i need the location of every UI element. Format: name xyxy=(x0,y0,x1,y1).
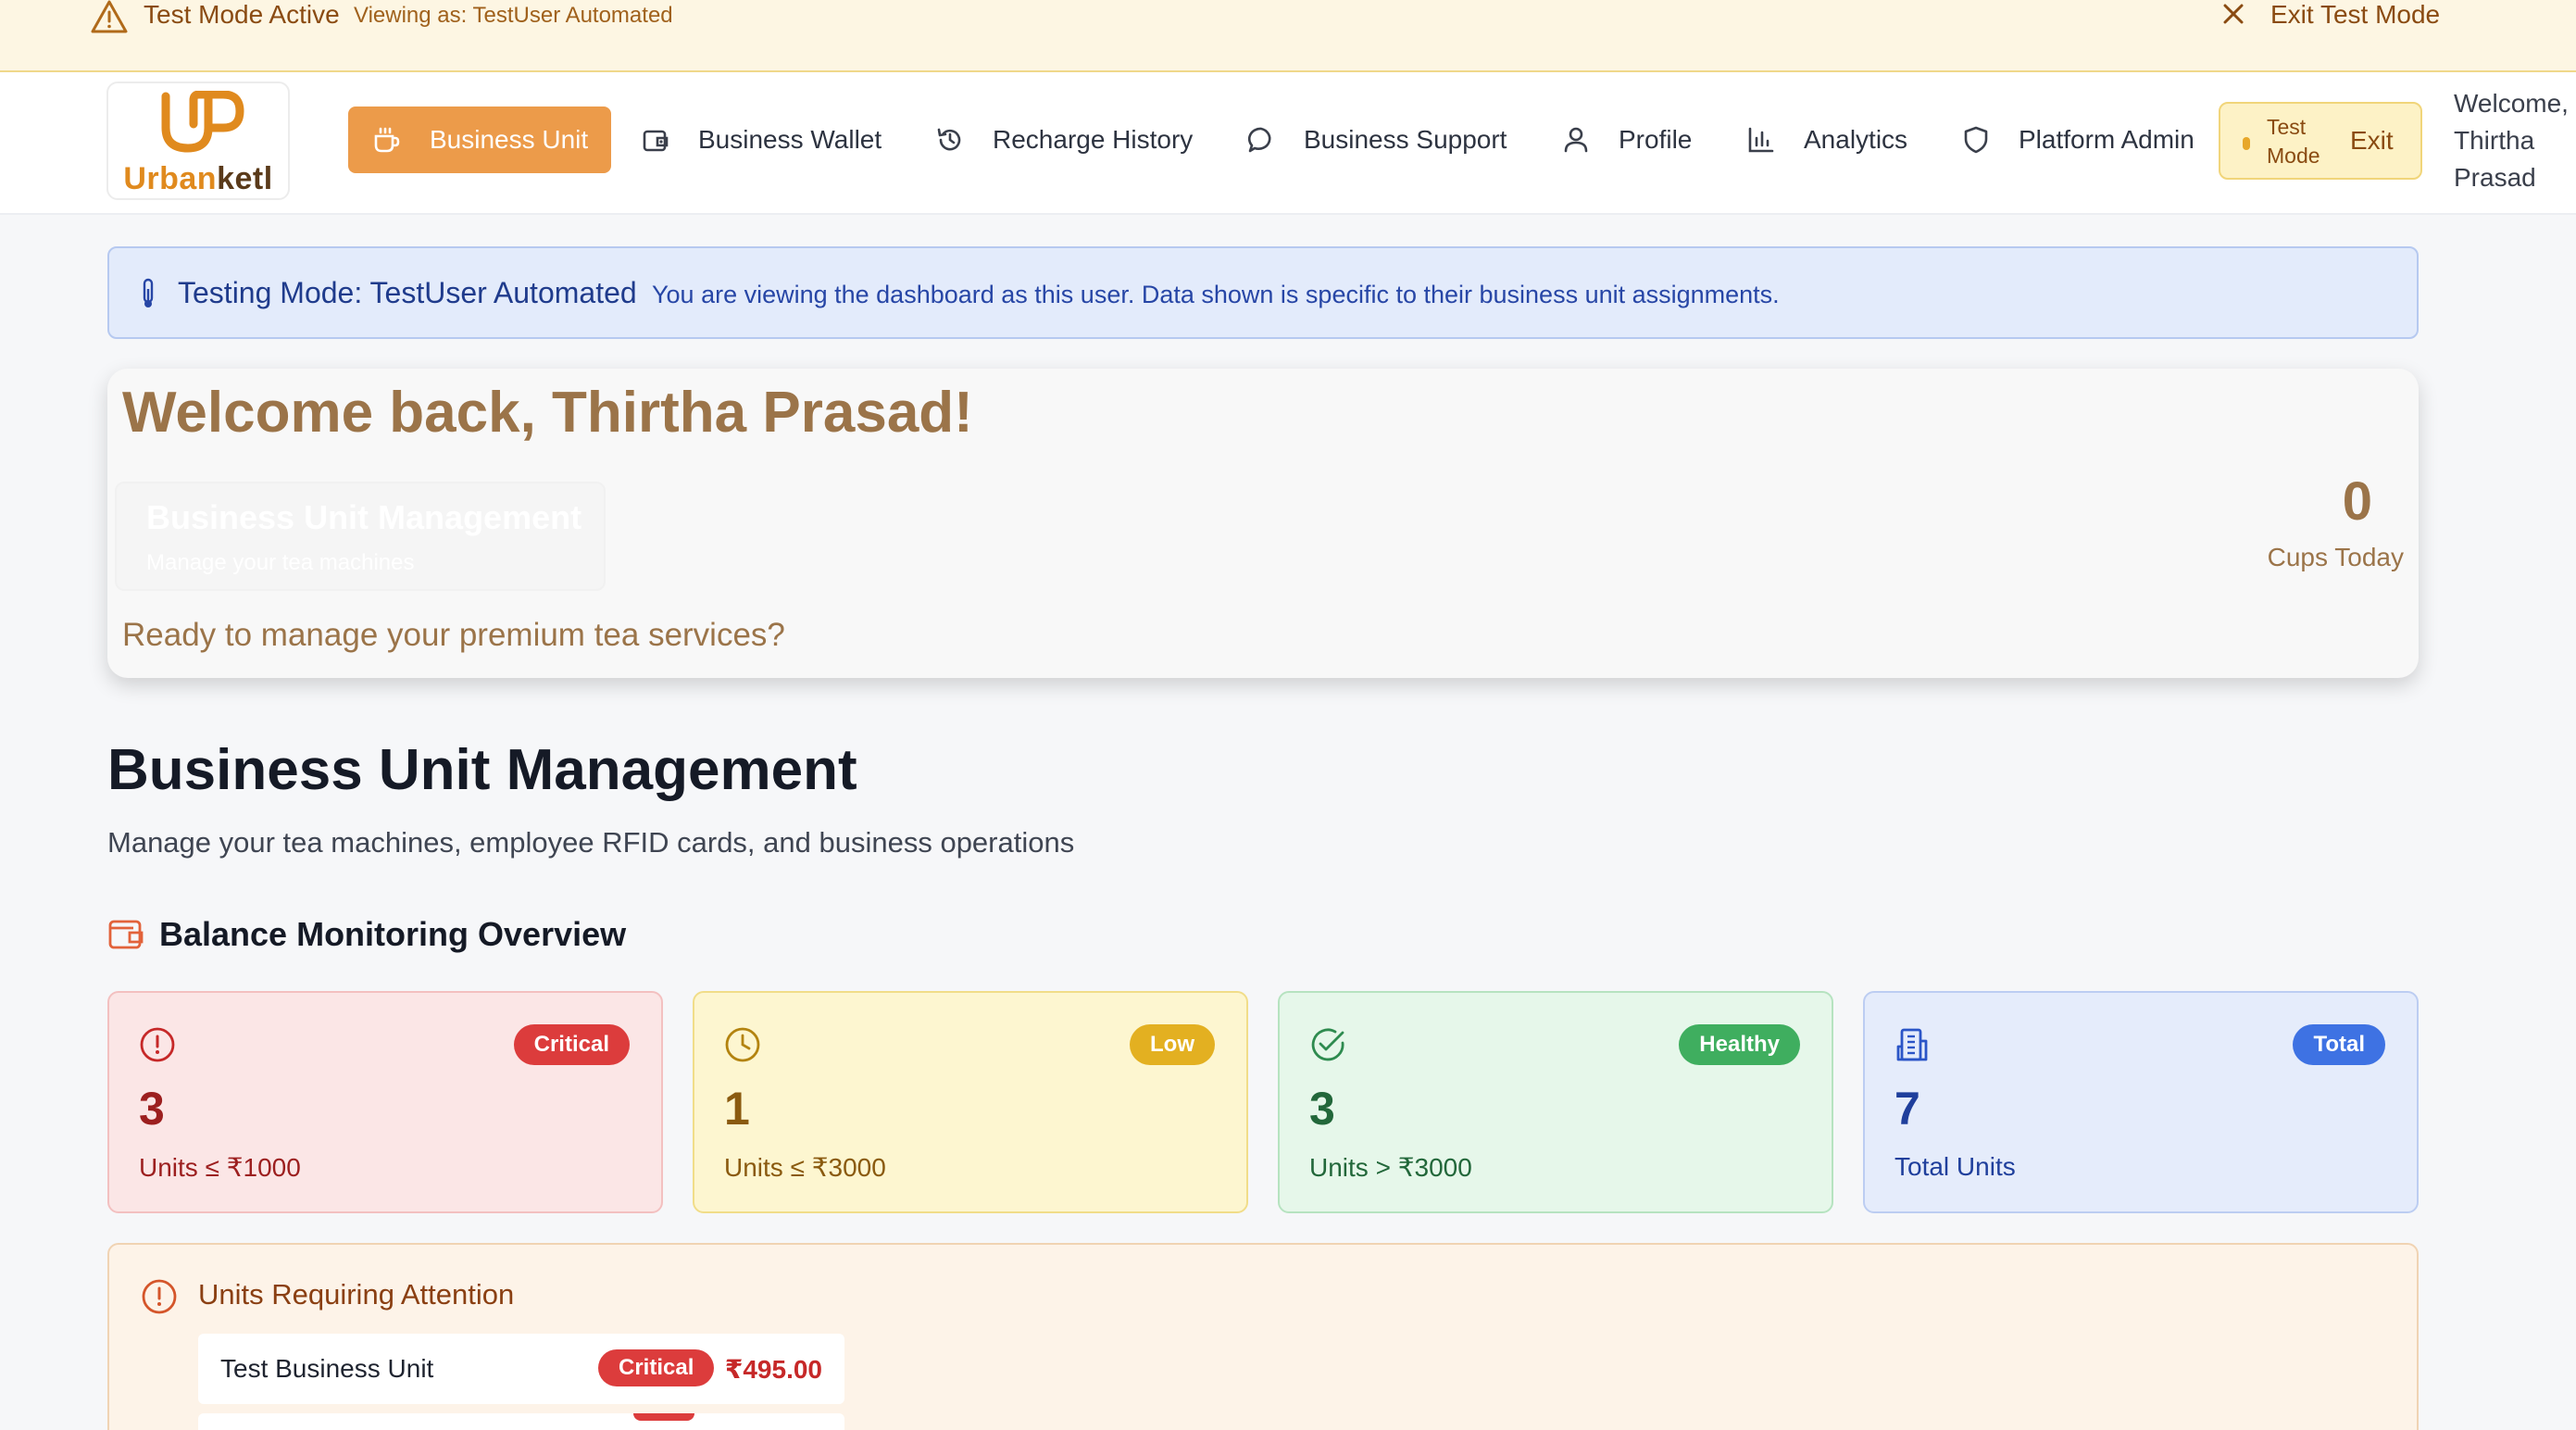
exit-button[interactable]: Exit xyxy=(2350,126,2394,156)
test-mode-pill[interactable]: Test Mode Exit xyxy=(2219,102,2422,180)
nav-business-support[interactable]: Business Support xyxy=(1246,107,1507,173)
wallet-icon xyxy=(641,125,670,155)
attention-title: Units Requiring Attention xyxy=(198,1278,515,1311)
alert-circle-icon xyxy=(141,1278,178,1315)
nav-label: Recharge History xyxy=(993,125,1194,154)
thermometer-icon xyxy=(139,278,157,309)
status-badge: Low xyxy=(1130,1024,1215,1065)
list-item[interactable] xyxy=(198,1413,844,1430)
top-navbar: Urbanketl Business Unit Business Wallet xyxy=(0,72,2576,215)
page-subtitle: Manage your tea machines, employee RFID … xyxy=(107,826,1075,859)
welcome-heading: Welcome back, Thirtha Prasad! xyxy=(122,381,973,445)
viewing-as-text: Viewing as: TestUser Automated xyxy=(354,3,673,28)
stat-label: Units > ₹3000 xyxy=(1309,1153,1472,1182)
nav-platform-admin[interactable]: Platform Admin xyxy=(1961,107,2195,173)
status-badge xyxy=(633,1413,694,1421)
balance-monitoring-title: Balance Monitoring Overview xyxy=(159,915,627,953)
status-badge: Critical xyxy=(598,1349,715,1386)
stat-card-critical[interactable]: Critical 3 Units ≤ ₹1000 xyxy=(107,991,663,1213)
logo-mark-icon xyxy=(161,91,244,153)
stat-value: 1 xyxy=(724,1083,750,1135)
page-title: Business Unit Management xyxy=(107,738,857,802)
nav-recharge-history[interactable]: Recharge History xyxy=(935,107,1193,173)
close-icon[interactable] xyxy=(2220,1,2246,27)
urbanketl-logo[interactable]: Urbanketl xyxy=(106,82,290,200)
testing-mode-text: You are viewing the dashboard as this us… xyxy=(652,281,1780,308)
ghost-subtitle: Manage your tea machines xyxy=(146,550,415,575)
stat-value: 7 xyxy=(1894,1083,1920,1135)
alert-circle-icon xyxy=(139,1026,176,1063)
stat-label: Units ≤ ₹3000 xyxy=(724,1153,886,1182)
nav-label: Profile xyxy=(1619,125,1693,154)
cups-today-label: Cups Today xyxy=(2267,543,2404,571)
wallet-icon xyxy=(107,917,144,950)
status-badge: Total xyxy=(2293,1024,2385,1065)
welcome-card: Welcome back, Thirtha Prasad! Business U… xyxy=(107,369,2419,678)
chat-bubble-icon xyxy=(1246,125,1276,155)
nav-label: Business Support xyxy=(1304,125,1507,154)
stat-label: Total Units xyxy=(1894,1152,2016,1181)
warning-triangle-icon xyxy=(91,0,128,33)
check-circle-icon xyxy=(1309,1026,1346,1063)
stat-card-healthy[interactable]: Healthy 3 Units > ₹3000 xyxy=(1278,991,1833,1213)
test-mode-title: Test Mode Active xyxy=(144,0,340,29)
status-badge: Critical xyxy=(513,1024,630,1065)
history-icon xyxy=(935,125,965,155)
welcome-user-text: Welcome, Thirtha Prasad xyxy=(2454,89,2569,192)
nav-analytics[interactable]: Analytics xyxy=(1746,107,1907,173)
stat-value: 3 xyxy=(139,1083,165,1135)
nav-label: Business Wallet xyxy=(698,125,882,154)
user-icon xyxy=(1561,125,1591,155)
unit-balance: ₹495.00 xyxy=(724,1355,822,1384)
nav-business-unit[interactable]: Business Unit xyxy=(348,107,611,173)
exit-test-mode-button[interactable]: Exit Test Mode xyxy=(2270,0,2440,30)
status-dot xyxy=(2243,137,2250,150)
nav-profile[interactable]: Profile xyxy=(1561,107,1692,173)
cups-today-value: 0 xyxy=(2342,471,2372,532)
unit-name: Test Business Unit xyxy=(220,1354,434,1383)
logo-wordmark: Urbanketl xyxy=(123,161,273,196)
shield-icon xyxy=(1961,125,1991,155)
bar-chart-icon xyxy=(1746,125,1776,155)
test-mode-label: Test Mode xyxy=(2267,115,2320,168)
stat-label: Units ≤ ₹1000 xyxy=(139,1153,301,1182)
list-item[interactable]: Test Business Unit Critical ₹495.00 xyxy=(198,1334,844,1404)
nav-business-wallet[interactable]: Business Wallet xyxy=(641,107,882,173)
testing-mode-title: Testing Mode: TestUser Automated xyxy=(178,276,637,309)
status-badge: Healthy xyxy=(1679,1024,1800,1065)
stat-value: 3 xyxy=(1309,1083,1335,1135)
clock-icon xyxy=(724,1026,761,1063)
units-attention-panel: Units Requiring Attention Test Business … xyxy=(107,1243,2419,1430)
testing-mode-info: Testing Mode: TestUser Automated You are… xyxy=(107,246,2419,339)
stat-card-total[interactable]: Total 7 Total Units xyxy=(1863,991,2419,1213)
ghost-title: Business Unit Management xyxy=(146,498,582,536)
nav-label: Platform Admin xyxy=(2019,125,2195,154)
building-icon xyxy=(1894,1026,1932,1063)
cup-icon xyxy=(372,125,402,155)
nav-label: Business Unit xyxy=(430,125,589,154)
stat-card-low[interactable]: Low 1 Units ≤ ₹3000 xyxy=(693,991,1248,1213)
welcome-subtitle: Ready to manage your premium tea service… xyxy=(122,617,785,653)
test-mode-banner: Test Mode Active Viewing as: TestUser Au… xyxy=(0,0,2576,72)
nav-label: Analytics xyxy=(1804,125,1908,154)
